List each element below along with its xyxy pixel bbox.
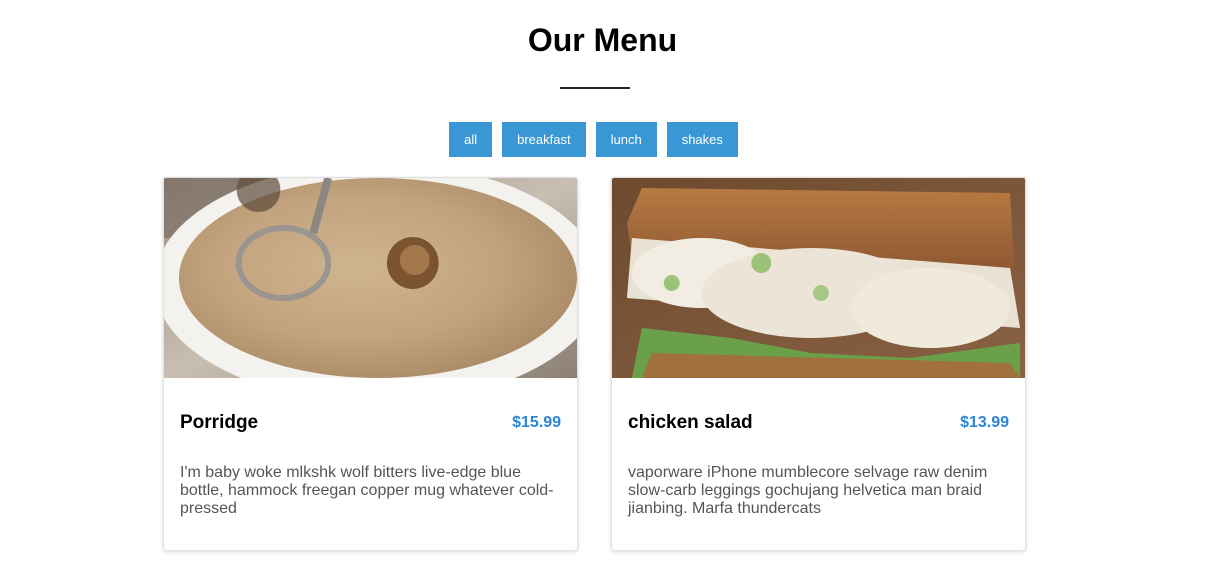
- porridge-image: [164, 178, 577, 378]
- item-name: Porridge: [180, 412, 259, 433]
- filter-bar: all breakfast lunch shakes: [0, 122, 1205, 157]
- menu-item-card: chicken salad $13.99 vaporware iPhone mu…: [611, 177, 1026, 551]
- filter-button-all[interactable]: all: [449, 122, 493, 157]
- card-header: chicken salad $13.99: [628, 412, 1009, 434]
- page-title: Our Menu: [527, 22, 678, 58]
- item-description: I'm baby woke mlkshk wolf bitters live-e…: [180, 464, 554, 517]
- filter-button-shakes[interactable]: shakes: [666, 122, 738, 157]
- menu-page: Our Menu all breakfast lunch shakes Porr…: [0, 0, 1205, 580]
- card-header: Porridge $15.99: [180, 412, 561, 434]
- item-price: $15.99: [512, 414, 561, 431]
- chicken-salad-image: [612, 178, 1025, 378]
- title-underline: [560, 87, 630, 89]
- item-price: $13.99: [960, 414, 1009, 431]
- filter-button-lunch[interactable]: lunch: [595, 122, 657, 157]
- item-description: vaporware iPhone mumblecore selvage raw …: [628, 464, 988, 517]
- filter-button-breakfast[interactable]: breakfast: [502, 122, 586, 157]
- menu-item-card: Porridge $15.99 I'm baby woke mlkshk wol…: [163, 177, 578, 551]
- item-name: chicken salad: [628, 412, 753, 433]
